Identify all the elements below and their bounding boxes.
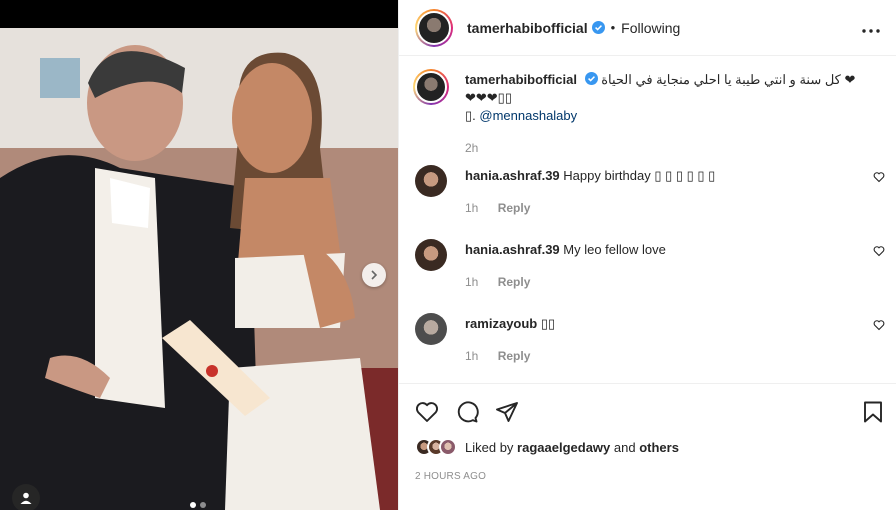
comment-time[interactable]: 1h bbox=[465, 201, 478, 215]
comment-like-heart-icon[interactable] bbox=[873, 171, 885, 183]
comments-list: tamerhabibofficial كل سنة و انتي طيبة يا… bbox=[399, 57, 896, 383]
user-icon bbox=[20, 492, 32, 504]
caption-row: tamerhabibofficial كل سنة و انتي طيبة يا… bbox=[413, 69, 885, 161]
likes-others-link[interactable]: others bbox=[639, 440, 679, 455]
comment-row: ramizayoub ▯▯ 1h Reply bbox=[415, 313, 885, 379]
likes-prefix: Liked by bbox=[465, 439, 514, 455]
comment-avatar[interactable] bbox=[415, 239, 447, 271]
liker-username-link[interactable]: ragaaelgedawy bbox=[517, 440, 610, 455]
author-avatar bbox=[417, 10, 451, 45]
comment-meta: 1h Reply bbox=[465, 201, 530, 215]
comment-row: hania.ashraf.39 Happy birthday ▯ ▯ ▯ ▯ ▯… bbox=[415, 165, 885, 231]
header-separator: • bbox=[610, 20, 616, 35]
comment-row: hania.ashraf.39 My leo fellow love 1h Re… bbox=[415, 239, 885, 305]
caption-mention-prefix: ▯. bbox=[465, 108, 476, 123]
next-image-button[interactable] bbox=[362, 263, 386, 287]
comment-body: ramizayoub ▯▯ bbox=[465, 315, 865, 333]
author-avatar-ring[interactable] bbox=[415, 8, 453, 47]
caption-avatar-ring[interactable] bbox=[413, 69, 449, 105]
verified-badge-icon bbox=[591, 21, 605, 34]
comment-avatar[interactable] bbox=[415, 313, 447, 345]
share-icon[interactable] bbox=[495, 400, 519, 424]
comment-username[interactable]: ramizayoub bbox=[465, 316, 537, 331]
photo-illustration bbox=[0, 28, 398, 510]
caption-username[interactable]: tamerhabibofficial bbox=[465, 72, 577, 87]
reply-button[interactable]: Reply bbox=[498, 201, 531, 215]
likes-summary: Liked by ragaaelgedawy and others bbox=[415, 438, 679, 456]
post-timestamp[interactable]: 2 HOURS AGO bbox=[415, 471, 486, 482]
chevron-right-icon bbox=[371, 270, 378, 280]
carousel-dot bbox=[200, 502, 206, 508]
more-options-button[interactable] bbox=[862, 17, 880, 38]
liker-avatar[interactable] bbox=[439, 438, 457, 456]
caption-avatar bbox=[415, 71, 447, 103]
comment-body: hania.ashraf.39 Happy birthday ▯ ▯ ▯ ▯ ▯… bbox=[465, 167, 865, 185]
comment-meta: 1h Reply bbox=[465, 349, 530, 363]
likes-text: Liked by ragaaelgedawy and others bbox=[465, 440, 679, 455]
comment-like-heart-icon[interactable] bbox=[873, 319, 885, 331]
likes-conjunction: and bbox=[613, 439, 636, 455]
bookmark-icon[interactable] bbox=[861, 400, 885, 424]
post-media bbox=[0, 0, 398, 510]
comment-username[interactable]: hania.ashraf.39 bbox=[465, 242, 560, 257]
comment-text: Happy birthday ▯ ▯ ▯ ▯ ▯ ▯ bbox=[563, 168, 716, 183]
comment-time[interactable]: 1h bbox=[465, 275, 478, 289]
comment-icon[interactable] bbox=[455, 400, 479, 424]
post-photo[interactable] bbox=[0, 28, 398, 510]
caption-body: tamerhabibofficial كل سنة و انتي طيبة يا… bbox=[465, 71, 865, 125]
comment-body: hania.ashraf.39 My leo fellow love bbox=[465, 241, 865, 259]
likers-avatars bbox=[415, 438, 457, 456]
carousel-indicator bbox=[190, 502, 206, 508]
reply-button[interactable]: Reply bbox=[498, 275, 531, 289]
reply-button[interactable]: Reply bbox=[498, 349, 531, 363]
caption-meta: 2h bbox=[465, 141, 478, 155]
comment-username[interactable]: hania.ashraf.39 bbox=[465, 168, 560, 183]
more-dots-icon bbox=[862, 29, 880, 33]
comment-like-heart-icon[interactable] bbox=[873, 245, 885, 257]
post-header: tamerhabibofficial • Following bbox=[399, 0, 896, 56]
post-details-panel: tamerhabibofficial • Following tamerhabi… bbox=[398, 0, 896, 510]
following-button[interactable]: Following bbox=[621, 20, 680, 36]
comment-avatar[interactable] bbox=[415, 165, 447, 197]
tagged-users-button[interactable] bbox=[12, 484, 40, 510]
verified-badge-icon bbox=[584, 72, 598, 85]
comment-text: ▯▯ bbox=[540, 316, 556, 331]
comment-text: My leo fellow love bbox=[563, 242, 666, 257]
comment-meta: 1h Reply bbox=[465, 275, 530, 289]
comment-time[interactable]: 1h bbox=[465, 349, 478, 363]
caption-mention-link[interactable]: @mennashalaby bbox=[479, 108, 577, 123]
caption-time[interactable]: 2h bbox=[465, 141, 478, 155]
post-actions-bar bbox=[399, 383, 896, 439]
heart-icon[interactable] bbox=[415, 400, 439, 424]
author-username[interactable]: tamerhabibofficial bbox=[467, 20, 588, 36]
carousel-dot-active bbox=[190, 502, 196, 508]
